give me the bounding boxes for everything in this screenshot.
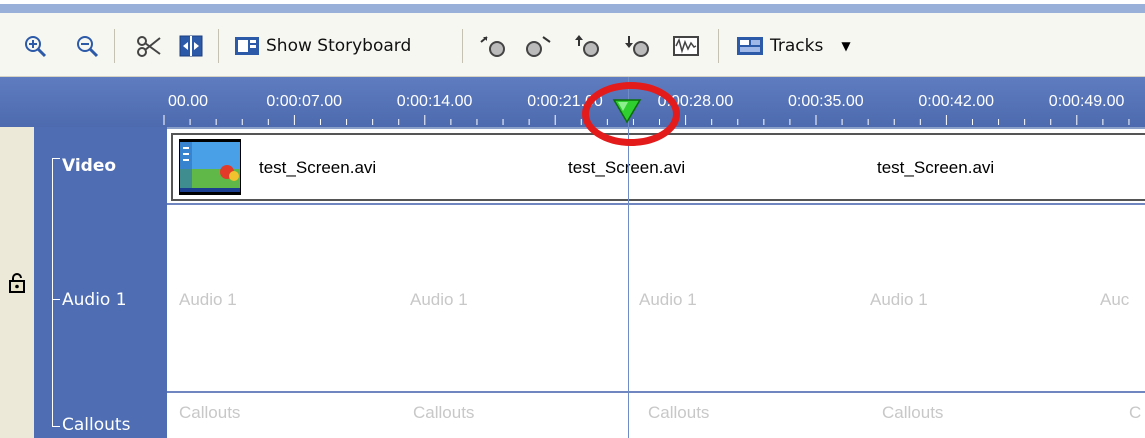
tracks-label: Tracks <box>770 36 824 56</box>
audio-fade-in-button[interactable] <box>478 31 510 61</box>
callouts-placeholder: Callouts <box>648 403 710 422</box>
waveform-icon <box>673 36 699 56</box>
video-clip[interactable]: test_Screen.avi test_Screen.avi test_Scr… <box>171 133 1145 201</box>
toolbar-separator <box>114 29 115 63</box>
ruler-tick-label: 0:00:49.00 <box>1048 93 1125 110</box>
audio-placeholder: Audio 1 <box>410 290 468 309</box>
audio-placeholder: Audio 1 <box>870 290 928 309</box>
timeline-tracks: test_Screen.avi test_Screen.avi test_Scr… <box>167 127 1145 438</box>
clip-thumbnail <box>179 139 241 195</box>
chevron-down-icon: ▼ <box>841 39 851 53</box>
zoom-in-button[interactable] <box>20 31 50 61</box>
silence-button[interactable] <box>670 31 702 61</box>
audio-fade-out-button[interactable] <box>522 31 554 61</box>
show-storyboard-label: Show Storyboard <box>266 36 412 56</box>
ruler-tick-label: 0:00:42.00 <box>918 93 995 110</box>
lock-icon[interactable] <box>8 272 26 294</box>
track-labels: Video Audio 1 Callouts <box>34 127 167 438</box>
fade-in-icon <box>480 36 505 57</box>
timeline-toolbar: Show Storyboard Tracks ▼ <box>0 13 1145 77</box>
lock-column <box>0 127 35 438</box>
zoom-out-button[interactable] <box>72 31 102 61</box>
audio-placeholder: Audio 1 <box>179 290 237 309</box>
audio-placeholder: Auc <box>1100 290 1130 309</box>
zoom-out-icon <box>77 36 99 58</box>
clip-name: test_Screen.avi <box>568 158 686 177</box>
callouts-placeholder: Callouts <box>413 403 475 422</box>
volume-down-icon <box>625 36 649 57</box>
track-bracket-tick <box>52 158 60 159</box>
fade-out-icon <box>526 36 551 57</box>
callouts-track[interactable]: Callouts Callouts Callouts Callouts C <box>167 393 1145 438</box>
highlight-circle <box>582 82 680 146</box>
zoom-in-icon <box>25 36 47 58</box>
ruler-tick-label: 0:00:07.00 <box>266 93 343 110</box>
clip-name: test_Screen.avi <box>259 158 377 177</box>
track-bracket-line <box>52 158 53 427</box>
callouts-placeholder: C <box>1129 403 1142 422</box>
volume-down-button[interactable] <box>622 31 654 61</box>
audio-placeholder: Audio 1 <box>639 290 697 309</box>
ruler-tick-label: 00.00 <box>168 93 209 110</box>
toolbar-separator <box>218 29 219 63</box>
show-storyboard-button[interactable]: Show Storyboard <box>234 31 454 61</box>
toolbar-separator <box>718 29 719 63</box>
clip-name: test_Screen.avi <box>877 158 995 177</box>
track-header-panel: Video Audio 1 Callouts <box>0 127 167 438</box>
toolbar-separator <box>462 29 463 63</box>
track-label-video[interactable]: Video <box>62 156 116 176</box>
cut-button[interactable] <box>134 31 164 61</box>
track-label-callouts[interactable]: Callouts <box>62 415 130 435</box>
tracks-menu-button[interactable]: Tracks ▼ <box>736 31 886 61</box>
storyboard-icon <box>235 37 259 55</box>
ruler-tick-label: 0:00:14.00 <box>396 93 473 110</box>
split-button[interactable] <box>176 31 206 61</box>
scissors-icon <box>137 36 161 57</box>
callouts-placeholder: Callouts <box>179 403 241 422</box>
tracks-icon <box>737 37 763 55</box>
timeline-ruler[interactable]: 00.00 0:00:07.00 0:00:14.00 0:00:21.00 0:00:… <box>0 77 1145 127</box>
track-bracket-tick <box>52 299 60 300</box>
callouts-placeholder: Callouts <box>882 403 944 422</box>
track-bracket-tick <box>52 426 60 427</box>
volume-up-icon <box>575 35 599 57</box>
volume-up-button[interactable] <box>572 31 604 61</box>
audio-track[interactable]: Audio 1 Audio 1 Audio 1 Audio 1 Auc <box>167 207 1145 393</box>
ruler-tick-label: 0:00:35.00 <box>788 93 864 110</box>
clip-thumbnail-image <box>179 139 241 195</box>
split-icon <box>179 35 203 57</box>
track-label-audio[interactable]: Audio 1 <box>62 290 127 310</box>
window-top-strip <box>0 0 1145 13</box>
